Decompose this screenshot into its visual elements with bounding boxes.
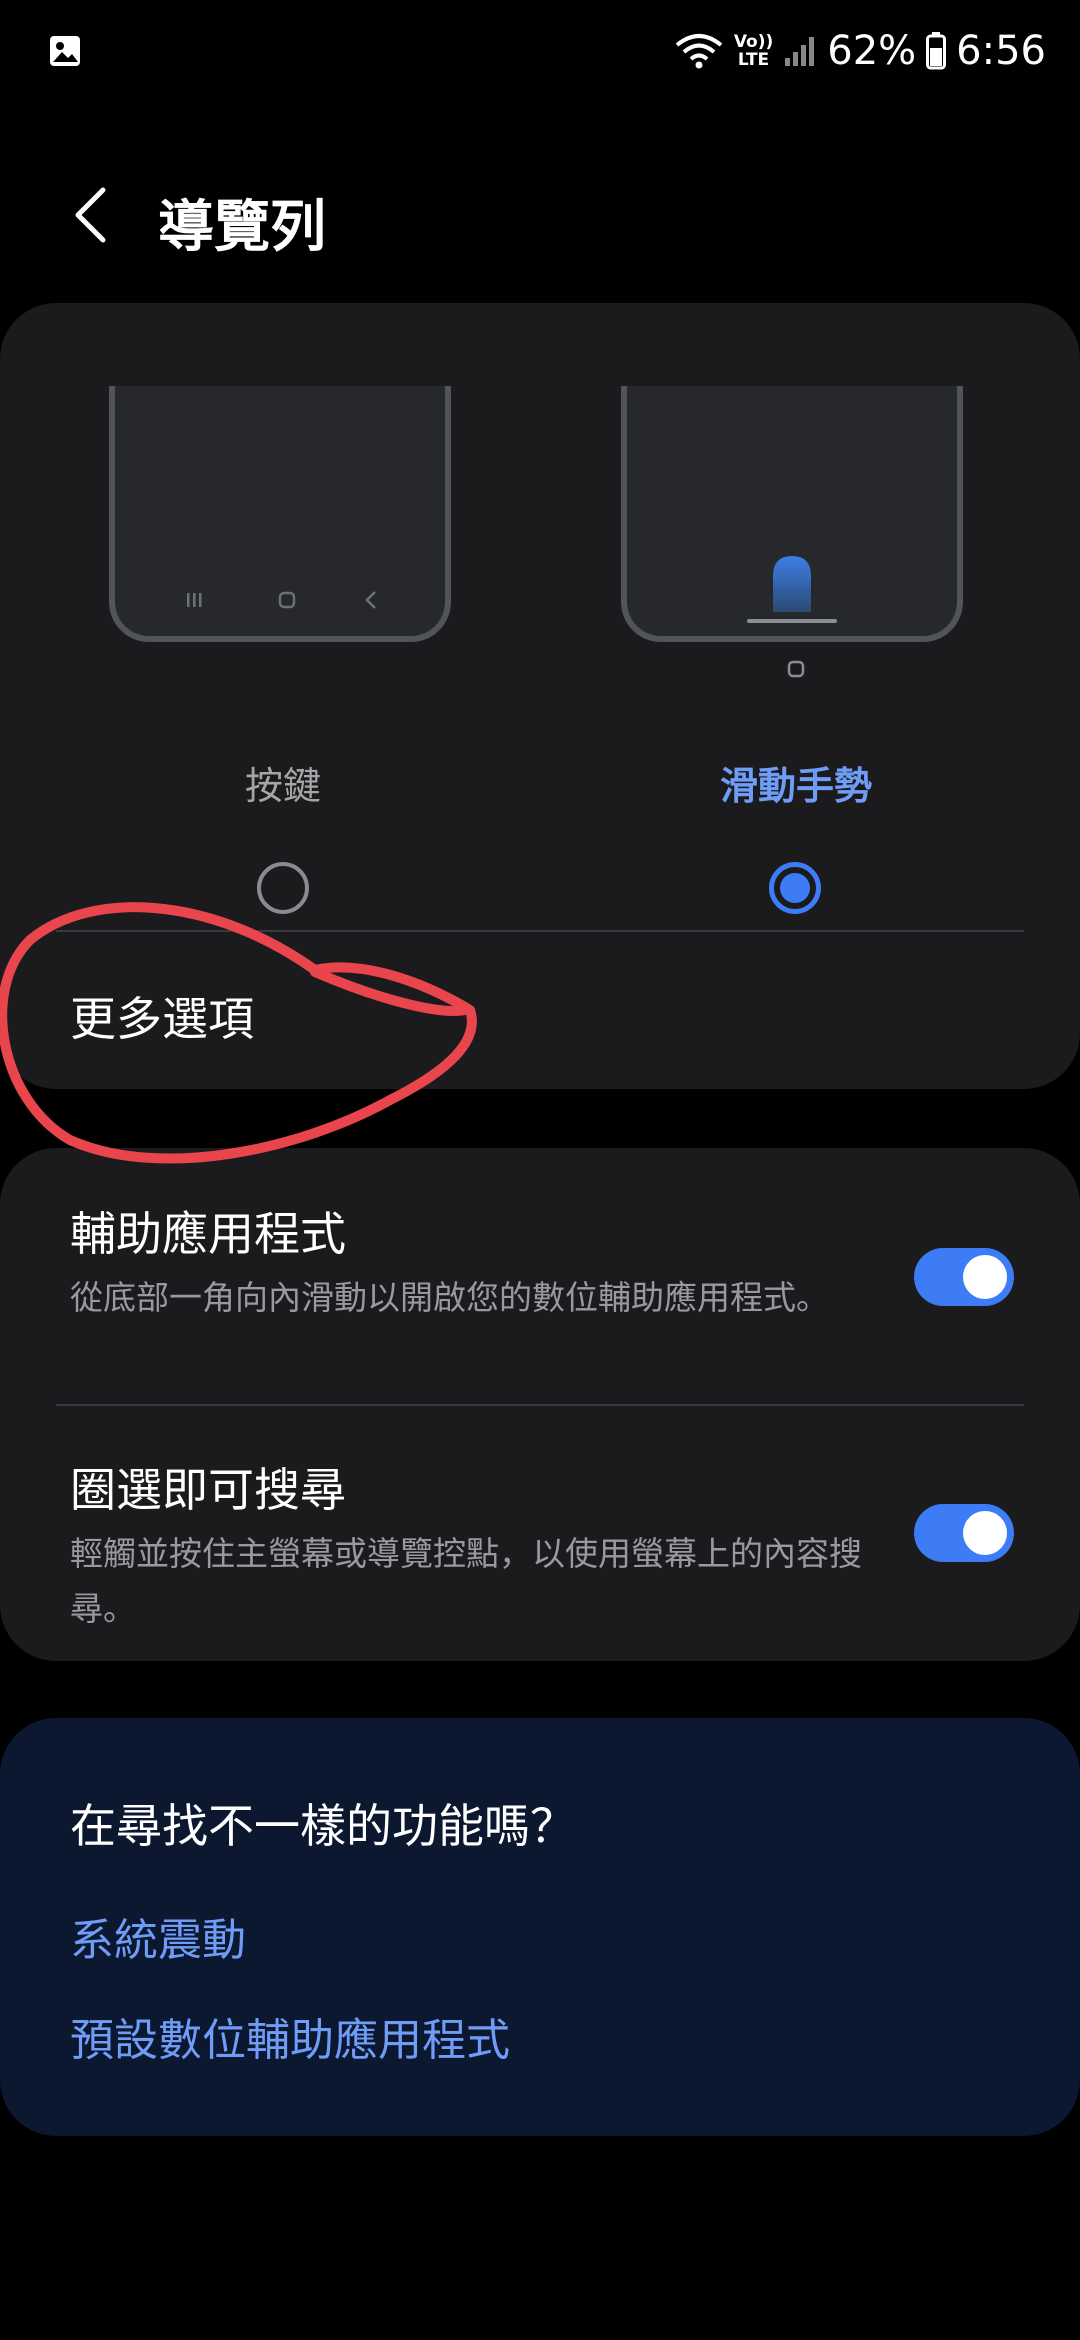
annotation-circle xyxy=(0,902,477,1164)
toggle-row-circle-search[interactable]: 圈選即可搜尋 輕觸並按住主螢幕或導覽控點，以使用螢幕上的內容搜尋。 xyxy=(70,1454,870,1636)
link-default-assistant[interactable]: 預設數位輔助應用程式 xyxy=(70,2004,510,2068)
option-gestures-label: 滑動手勢 xyxy=(719,764,872,808)
back-button[interactable] xyxy=(60,180,120,250)
chevron-left-icon xyxy=(75,187,106,243)
battery-percent: 62% xyxy=(827,28,917,74)
signal-icon xyxy=(785,37,815,66)
suggestions-card: 在尋找不一樣的功能嗎？ 系統震動 預設數位輔助應用程式 xyxy=(0,1718,1080,2136)
nav-buttons-icons xyxy=(187,591,376,609)
status-bar: Vo)) LTE 62% 6:56 xyxy=(0,0,1080,100)
home-indicator-icon xyxy=(787,660,805,678)
toggles-card: 輔助應用程式 從底部一角向內滑動以開啟您的數位輔助應用程式。 圈選即可搜尋 輕觸… xyxy=(0,1148,1080,1661)
assistant-toggle[interactable] xyxy=(914,1248,1014,1306)
gallery-icon xyxy=(50,36,80,66)
battery-icon xyxy=(926,32,947,70)
divider xyxy=(56,1404,1024,1406)
assistant-description: 從底部一角向內滑動以開啟您的數位輔助應用程式。 xyxy=(70,1278,829,1317)
buttons-preview[interactable] xyxy=(109,386,451,642)
circle-search-description: 輕觸並按住主螢幕或導覽控點，以使用螢幕上的內容搜尋。 xyxy=(70,1534,862,1628)
volte-indicator: Vo)) LTE xyxy=(733,32,774,70)
suggestions-title: 在尋找不一樣的功能嗎？ xyxy=(70,1799,576,1853)
page-title: 導覽列 xyxy=(158,195,326,260)
swipe-gesture-icon xyxy=(747,556,837,623)
wifi-icon xyxy=(675,34,723,69)
radio-gestures[interactable] xyxy=(769,862,821,914)
option-buttons-label: 按鍵 xyxy=(244,764,321,808)
gestures-preview[interactable] xyxy=(621,386,963,642)
status-right: Vo)) LTE 62% 6:56 xyxy=(674,22,1046,80)
circle-search-title: 圈選即可搜尋 xyxy=(70,1463,346,1517)
clock: 6:56 xyxy=(956,28,1046,74)
circle-search-toggle[interactable] xyxy=(914,1504,1014,1562)
link-system-vibration[interactable]: 系統震動 xyxy=(70,1904,246,1968)
